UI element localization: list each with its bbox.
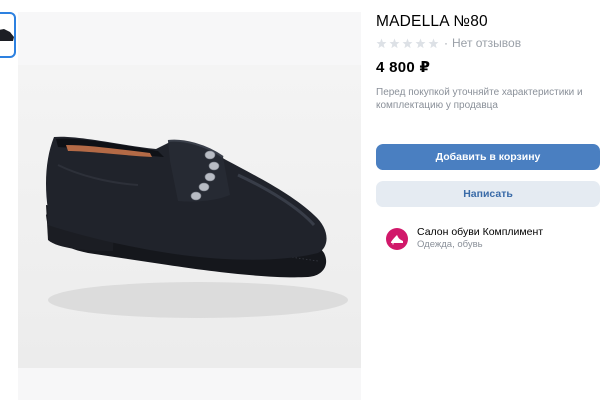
product-info-panel: MADELLA №80 · Нет отзывов 4 800 ₽ Перед … bbox=[376, 0, 600, 400]
product-title: MADELLA №80 bbox=[376, 13, 488, 30]
thumbnail-1[interactable] bbox=[0, 12, 16, 58]
message-seller-button[interactable]: Написать bbox=[376, 181, 600, 207]
product-price: 4 800 ₽ bbox=[376, 59, 431, 76]
seller-name[interactable]: Салон обуви Комплимент bbox=[417, 226, 543, 239]
purchase-notice: Перед покупкой уточняйте характеристики … bbox=[376, 87, 583, 111]
product-photo[interactable] bbox=[18, 65, 361, 368]
rating-row: · Нет отзывов bbox=[376, 36, 521, 50]
star-icon bbox=[389, 38, 400, 48]
star-icon bbox=[415, 38, 426, 48]
thumbnail-strip bbox=[0, 12, 18, 60]
product-gallery bbox=[18, 12, 361, 400]
shoe-logo-icon bbox=[386, 228, 408, 250]
add-to-cart-button[interactable]: Добавить в корзину bbox=[376, 144, 600, 170]
reviews-link[interactable]: Нет отзывов bbox=[452, 36, 521, 50]
star-icon bbox=[428, 38, 439, 48]
seller-card[interactable]: Салон обуви Комплимент Одежда, обувь bbox=[386, 226, 543, 251]
shoe-thumbnail-image bbox=[0, 29, 14, 41]
seller-category: Одежда, обувь bbox=[417, 239, 483, 250]
rating-separator: · bbox=[444, 36, 448, 50]
star-icon bbox=[376, 38, 387, 48]
star-icon bbox=[402, 38, 413, 48]
shoe-image bbox=[18, 65, 361, 368]
